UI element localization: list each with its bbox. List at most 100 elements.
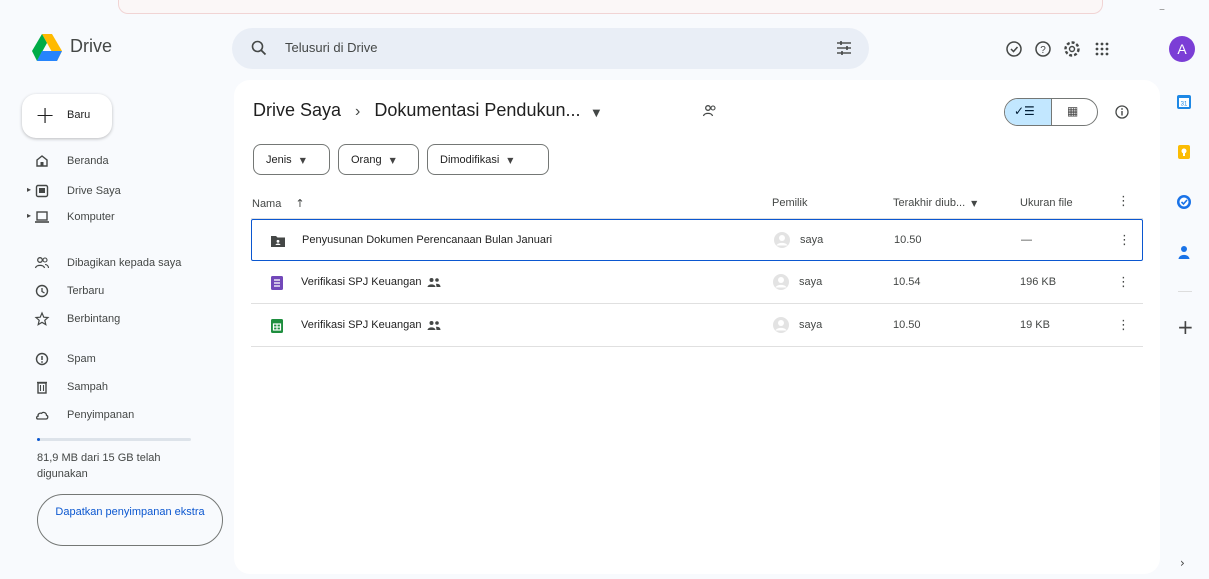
breadcrumb-current[interactable]: Dokumentasi Pendukun... bbox=[374, 100, 580, 121]
chevron-down-icon: ▼ bbox=[389, 156, 396, 165]
google-forms-icon bbox=[271, 276, 283, 290]
cloud-icon bbox=[35, 411, 49, 420]
file-name-wrapper: Verifikasi SPJ Keuangan bbox=[301, 319, 441, 331]
search-input[interactable]: Telusuri di Drive bbox=[285, 40, 377, 55]
column-header-label: Nama bbox=[252, 198, 282, 210]
file-name[interactable]: Verifikasi SPJ Keuangan bbox=[301, 276, 421, 288]
file-owner: saya bbox=[800, 234, 824, 246]
list-view-button[interactable]: ✓☰ bbox=[1005, 99, 1052, 125]
svg-text:31: 31 bbox=[1181, 102, 1188, 108]
file-size: 19 KB bbox=[1020, 319, 1050, 331]
file-modified: 10.50 bbox=[894, 234, 922, 246]
chevron-right-icon[interactable]: › bbox=[1180, 556, 1185, 570]
filter-chip-modified[interactable]: Dimodifikasi ▼ bbox=[427, 144, 549, 175]
new-button-label: Baru bbox=[67, 109, 91, 121]
computer-icon bbox=[35, 211, 49, 223]
sidebar-item-label: Terbaru bbox=[67, 285, 105, 297]
storage-usage-text: 81,9 MB dari 15 GB telah digunakan bbox=[37, 452, 161, 480]
help-icon[interactable]: ? bbox=[1032, 38, 1054, 60]
file-owner: saya bbox=[799, 276, 823, 288]
contacts-icon[interactable] bbox=[1176, 244, 1192, 260]
sidebar-item-my-drive[interactable]: ▸ Drive Saya bbox=[20, 181, 220, 203]
rail-divider bbox=[1178, 291, 1192, 292]
file-name[interactable]: Verifikasi SPJ Keuangan bbox=[301, 319, 421, 331]
breadcrumb-separator: › bbox=[355, 103, 361, 120]
star-icon bbox=[34, 311, 50, 326]
shared-icon bbox=[427, 321, 441, 331]
sidebar-item-starred[interactable]: Berbintang bbox=[20, 309, 220, 331]
new-button[interactable]: + Baru bbox=[22, 94, 112, 138]
info-icon[interactable] bbox=[1114, 104, 1130, 120]
tasks-icon[interactable] bbox=[1176, 194, 1192, 210]
sidebar-item-storage[interactable]: Penyimpanan bbox=[20, 405, 220, 427]
table-row[interactable]: Verifikasi SPJ Keuangan saya 10.54 196 K… bbox=[251, 262, 1143, 304]
drive-logo-icon[interactable] bbox=[32, 34, 62, 61]
file-name-wrapper: Verifikasi SPJ Keuangan bbox=[301, 276, 441, 288]
filter-chip-type[interactable]: Jenis ▼ bbox=[253, 144, 330, 175]
filter-chip-label: Jenis bbox=[266, 154, 292, 166]
trash-icon bbox=[37, 381, 47, 394]
column-header-owner[interactable]: Pemilik bbox=[772, 197, 807, 209]
sidebar-item-spam[interactable]: Spam bbox=[20, 349, 220, 371]
shared-folder-icon[interactable] bbox=[702, 103, 718, 119]
keep-icon[interactable] bbox=[1176, 144, 1192, 160]
sidebar-item-label: Spam bbox=[67, 353, 96, 365]
column-header-modified[interactable]: Terakhir diub... ▼ bbox=[893, 197, 977, 209]
expand-arrow-icon[interactable]: ▸ bbox=[27, 185, 31, 194]
sidebar-item-trash[interactable]: Sampah bbox=[20, 377, 220, 399]
more-actions-icon[interactable]: ⋮ bbox=[1117, 318, 1130, 333]
sidebar-item-shared[interactable]: Dibagikan kepada saya bbox=[20, 253, 220, 275]
file-owner: saya bbox=[799, 319, 823, 331]
svg-text:?: ? bbox=[1040, 45, 1046, 56]
clock-icon bbox=[35, 284, 49, 298]
column-header-size[interactable]: Ukuran file bbox=[1020, 197, 1073, 209]
breadcrumb-root[interactable]: Drive Saya bbox=[253, 100, 341, 121]
sidebar-item-home[interactable]: Beranda bbox=[20, 151, 220, 173]
file-name[interactable]: Penyusunan Dokumen Perencanaan Bulan Jan… bbox=[302, 234, 552, 246]
settings-icon[interactable] bbox=[1061, 38, 1083, 60]
search-bar[interactable]: Telusuri di Drive bbox=[232, 28, 869, 69]
sort-arrow-up-icon[interactable]: ↑ bbox=[295, 197, 304, 210]
sidebar-item-label: Dibagikan kepada saya bbox=[67, 257, 182, 269]
shared-folder-icon bbox=[271, 236, 285, 247]
filter-chip-label: Orang bbox=[351, 154, 382, 166]
column-header-name[interactable]: Nama ↑ bbox=[252, 197, 305, 210]
my-drive-icon bbox=[35, 184, 49, 198]
expand-arrow-icon[interactable]: ▸ bbox=[27, 211, 31, 220]
app-title[interactable]: Drive bbox=[70, 36, 112, 57]
column-options-icon[interactable]: ⋮ bbox=[1117, 194, 1130, 209]
chevron-down-icon: ▼ bbox=[971, 199, 978, 208]
file-size: 196 KB bbox=[1020, 276, 1057, 288]
spam-icon bbox=[35, 352, 49, 366]
minimize-icon[interactable]: – bbox=[1159, 2, 1165, 16]
search-icon[interactable] bbox=[250, 39, 268, 57]
owner-avatar-icon bbox=[773, 274, 789, 290]
view-toggle[interactable]: ✓☰ ▦ bbox=[1004, 98, 1098, 126]
sidebar-item-label: Beranda bbox=[67, 155, 109, 167]
offline-status-icon[interactable] bbox=[1003, 38, 1025, 60]
calendar-icon[interactable]: 31 bbox=[1176, 94, 1192, 110]
avatar[interactable]: A bbox=[1169, 36, 1195, 62]
table-row[interactable]: Verifikasi SPJ Keuangan saya 10.50 19 KB… bbox=[251, 305, 1143, 347]
add-addon-icon[interactable]: + bbox=[1177, 317, 1194, 337]
table-row[interactable]: Penyusunan Dokumen Perencanaan Bulan Jan… bbox=[251, 219, 1143, 261]
column-header-label: Terakhir diub... bbox=[893, 197, 966, 209]
file-size: — bbox=[1021, 234, 1032, 246]
chevron-down-icon[interactable]: ▼ bbox=[592, 108, 600, 119]
filter-chip-people[interactable]: Orang ▼ bbox=[338, 144, 419, 175]
plus-icon: + bbox=[35, 101, 56, 129]
shared-icon bbox=[427, 278, 441, 288]
sidebar-item-label: Sampah bbox=[67, 381, 108, 393]
more-actions-icon[interactable]: ⋮ bbox=[1118, 233, 1131, 248]
sidebar-item-computers[interactable]: ▸ Komputer bbox=[20, 207, 220, 229]
owner-avatar-icon bbox=[774, 232, 790, 248]
apps-grid-icon[interactable] bbox=[1091, 38, 1113, 60]
more-actions-icon[interactable]: ⋮ bbox=[1117, 275, 1130, 290]
main-content: Drive Saya › Dokumentasi Pendukun... ▼ ✓☰ ▦… bbox=[234, 80, 1160, 574]
get-more-storage-button[interactable]: Dapatkan penyimpanan ekstra bbox=[37, 494, 223, 546]
sidebar-item-recent[interactable]: Terbaru bbox=[20, 281, 220, 303]
sidebar-item-label: Penyimpanan bbox=[67, 409, 135, 421]
file-modified: 10.54 bbox=[893, 276, 921, 288]
search-options-icon[interactable] bbox=[835, 39, 853, 57]
grid-view-icon: ▦ bbox=[1067, 104, 1079, 118]
